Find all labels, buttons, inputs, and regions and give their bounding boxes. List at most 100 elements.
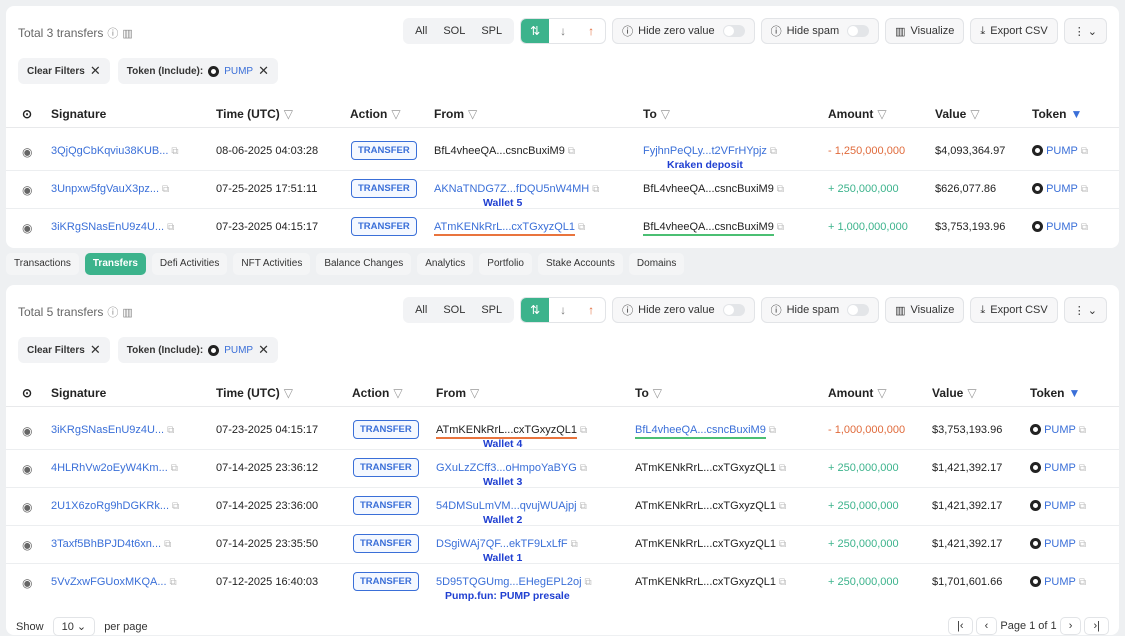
filter-active-icon[interactable]: ▼ bbox=[1070, 107, 1082, 121]
signature-link[interactable]: 3iKRgSNasEnU9z4U... bbox=[51, 221, 164, 233]
clear-filters-chip[interactable]: Clear Filters ✕ bbox=[18, 58, 110, 84]
copy-icon[interactable]: ⧉ bbox=[1081, 184, 1088, 195]
token-link[interactable]: PUMP bbox=[1044, 576, 1076, 588]
export-csv-button[interactable]: ⤓ Export CSV bbox=[970, 18, 1058, 44]
close-icon[interactable]: ✕ bbox=[258, 63, 269, 79]
copy-icon[interactable]: ⧉ bbox=[1081, 222, 1088, 233]
filter-icon[interactable]: ▽ bbox=[393, 386, 402, 400]
from-address[interactable]: BfL4vheeQA...csncBuxiM9 bbox=[434, 145, 565, 157]
sort-both-icon[interactable]: ⇅ bbox=[521, 298, 550, 322]
token-link[interactable]: PUMP bbox=[1046, 221, 1078, 233]
copy-icon[interactable]: ⧉ bbox=[769, 425, 776, 436]
signature-link[interactable]: 3Unpxw5fgVauX3pz... bbox=[51, 183, 159, 195]
tab-nft-activities[interactable]: NFT Activities bbox=[233, 253, 311, 275]
help-icon[interactable]: ⊙ bbox=[22, 386, 32, 400]
eye-icon[interactable]: ◉ bbox=[22, 221, 32, 235]
from-address[interactable]: AKNaTNDG7Z...fDQU5nW4MH bbox=[434, 183, 589, 195]
export-csv-button[interactable]: ⤓ Export CSV bbox=[970, 297, 1058, 323]
tab-stake-accounts[interactable]: Stake Accounts bbox=[537, 253, 623, 275]
copy-icon[interactable]: ⧉ bbox=[779, 463, 786, 474]
chart-icon[interactable]: ▥ bbox=[122, 307, 132, 319]
table-row[interactable]: ◉ 3Taxf5BhBPJD4t6xn... ⧉ 07-14-2025 23:35… bbox=[6, 526, 1119, 564]
copy-icon[interactable]: ⧉ bbox=[578, 222, 585, 233]
to-address[interactable]: BfL4vheeQA...csncBuxiM9 bbox=[643, 221, 774, 236]
filter-icon[interactable]: ▽ bbox=[284, 386, 293, 400]
table-row[interactable]: ◉ 2U1X6zoRg9hDGKRk... ⧉ 07-14-2025 23:36:… bbox=[6, 488, 1119, 526]
toggle-switch[interactable] bbox=[847, 304, 870, 316]
filter-icon[interactable]: ▽ bbox=[391, 107, 400, 121]
eye-icon[interactable]: ◉ bbox=[22, 500, 32, 514]
clear-filters-chip[interactable]: Clear Filters ✕ bbox=[18, 337, 110, 363]
copy-icon[interactable]: ⧉ bbox=[770, 146, 777, 157]
hide-spam-toggle[interactable]: ⓘ Hide spam bbox=[760, 297, 880, 323]
copy-icon[interactable]: ⧉ bbox=[777, 222, 784, 233]
tab-balance-changes[interactable]: Balance Changes bbox=[316, 253, 412, 275]
filter-spl[interactable]: SPL bbox=[473, 18, 510, 44]
toggle-switch[interactable] bbox=[722, 304, 745, 316]
tab-analytics[interactable]: Analytics bbox=[417, 253, 474, 275]
copy-icon[interactable]: ⧉ bbox=[164, 539, 171, 550]
eye-icon[interactable]: ◉ bbox=[22, 183, 32, 197]
signature-link[interactable]: 2U1X6zoRg9hDGKRk... bbox=[51, 500, 169, 512]
page-size-select[interactable]: 10 ⌄ bbox=[52, 617, 96, 636]
copy-icon[interactable]: ⧉ bbox=[1081, 146, 1088, 157]
close-icon[interactable]: ✕ bbox=[90, 342, 101, 358]
copy-icon[interactable]: ⧉ bbox=[592, 184, 599, 195]
filter-icon[interactable]: ▽ bbox=[967, 386, 976, 400]
copy-icon[interactable]: ⧉ bbox=[1079, 577, 1086, 588]
copy-icon[interactable]: ⧉ bbox=[171, 463, 178, 474]
filter-icon[interactable]: ▽ bbox=[877, 107, 886, 121]
from-address[interactable]: GXuLzZCff3...oHmpoYaBYG bbox=[436, 462, 577, 474]
copy-icon[interactable]: ⧉ bbox=[779, 501, 786, 512]
from-address[interactable]: ATmKENkRrL...cxTGxyzQL1 bbox=[436, 424, 577, 439]
to-address[interactable]: ATmKENkRrL...cxTGxyzQL1 bbox=[635, 500, 776, 512]
more-menu-button[interactable]: ⋮ ⌄ bbox=[1063, 297, 1107, 323]
table-row[interactable]: ◉ 3QjQgCbKqviu38KUB... ⧉ 08-06-2025 04:03… bbox=[6, 133, 1119, 171]
signature-link[interactable]: 5VvZxwFGUoxMKQA... bbox=[51, 576, 167, 588]
filter-sol[interactable]: SOL bbox=[435, 18, 473, 44]
eye-icon[interactable]: ◉ bbox=[22, 424, 32, 438]
from-address[interactable]: DSgiWAj7QF...ekTF9LxLfF bbox=[436, 538, 568, 550]
info-icon[interactable]: ⓘ bbox=[107, 28, 118, 40]
eye-icon[interactable]: ◉ bbox=[22, 576, 32, 590]
filter-icon[interactable]: ▽ bbox=[970, 107, 979, 121]
to-address[interactable]: BfL4vheeQA...csncBuxiM9 bbox=[635, 424, 766, 439]
hide-zero-toggle[interactable]: ⓘ Hide zero value bbox=[612, 18, 755, 44]
copy-icon[interactable]: ⧉ bbox=[170, 577, 177, 588]
to-address[interactable]: BfL4vheeQA...csncBuxiM9 bbox=[643, 183, 774, 195]
prev-page-button[interactable]: ‹ bbox=[975, 617, 998, 635]
copy-icon[interactable]: ⧉ bbox=[777, 184, 784, 195]
eye-icon[interactable]: ◉ bbox=[22, 145, 32, 159]
copy-icon[interactable]: ⧉ bbox=[171, 146, 178, 157]
copy-icon[interactable]: ⧉ bbox=[779, 539, 786, 550]
copy-icon[interactable]: ⧉ bbox=[162, 184, 169, 195]
table-row[interactable]: ◉ 4HLRhVw2oEyW4Km... ⧉ 07-14-2025 23:36:1… bbox=[6, 450, 1119, 488]
tab-domains[interactable]: Domains bbox=[628, 253, 685, 275]
next-page-button[interactable]: › bbox=[1059, 617, 1082, 635]
visualize-button[interactable]: ▥ Visualize bbox=[885, 18, 965, 44]
close-icon[interactable]: ✕ bbox=[258, 342, 269, 358]
close-icon[interactable]: ✕ bbox=[90, 63, 101, 79]
copy-icon[interactable]: ⧉ bbox=[571, 539, 578, 550]
toggle-switch[interactable] bbox=[722, 25, 745, 37]
copy-icon[interactable]: ⧉ bbox=[580, 463, 587, 474]
tab-portfolio[interactable]: Portfolio bbox=[479, 253, 532, 275]
copy-icon[interactable]: ⧉ bbox=[167, 425, 174, 436]
copy-icon[interactable]: ⧉ bbox=[1079, 539, 1086, 550]
token-link[interactable]: PUMP bbox=[1044, 462, 1076, 474]
sort-up-icon[interactable]: ↑ bbox=[577, 298, 605, 322]
table-row[interactable]: ◉ 3Unpxw5fgVauX3pz... ⧉ 07-25-2025 17:51:… bbox=[6, 171, 1119, 209]
info-icon[interactable]: ⓘ bbox=[107, 307, 118, 319]
visualize-button[interactable]: ▥ Visualize bbox=[885, 297, 965, 323]
tab-transfers[interactable]: Transfers bbox=[84, 253, 146, 275]
copy-icon[interactable]: ⧉ bbox=[580, 501, 587, 512]
more-menu-button[interactable]: ⋮ ⌄ bbox=[1063, 18, 1107, 44]
token-filter-chip[interactable]: Token (Include): PUMP ✕ bbox=[117, 337, 279, 363]
filter-active-icon[interactable]: ▼ bbox=[1068, 386, 1080, 400]
sort-down-icon[interactable]: ↓ bbox=[549, 19, 577, 43]
signature-link[interactable]: 3Taxf5BhBPJD4t6xn... bbox=[51, 538, 161, 550]
filter-spl[interactable]: SPL bbox=[473, 297, 510, 323]
eye-icon[interactable]: ◉ bbox=[22, 462, 32, 476]
filter-icon[interactable]: ▽ bbox=[468, 107, 477, 121]
to-address[interactable]: ATmKENkRrL...cxTGxyzQL1 bbox=[635, 576, 776, 588]
